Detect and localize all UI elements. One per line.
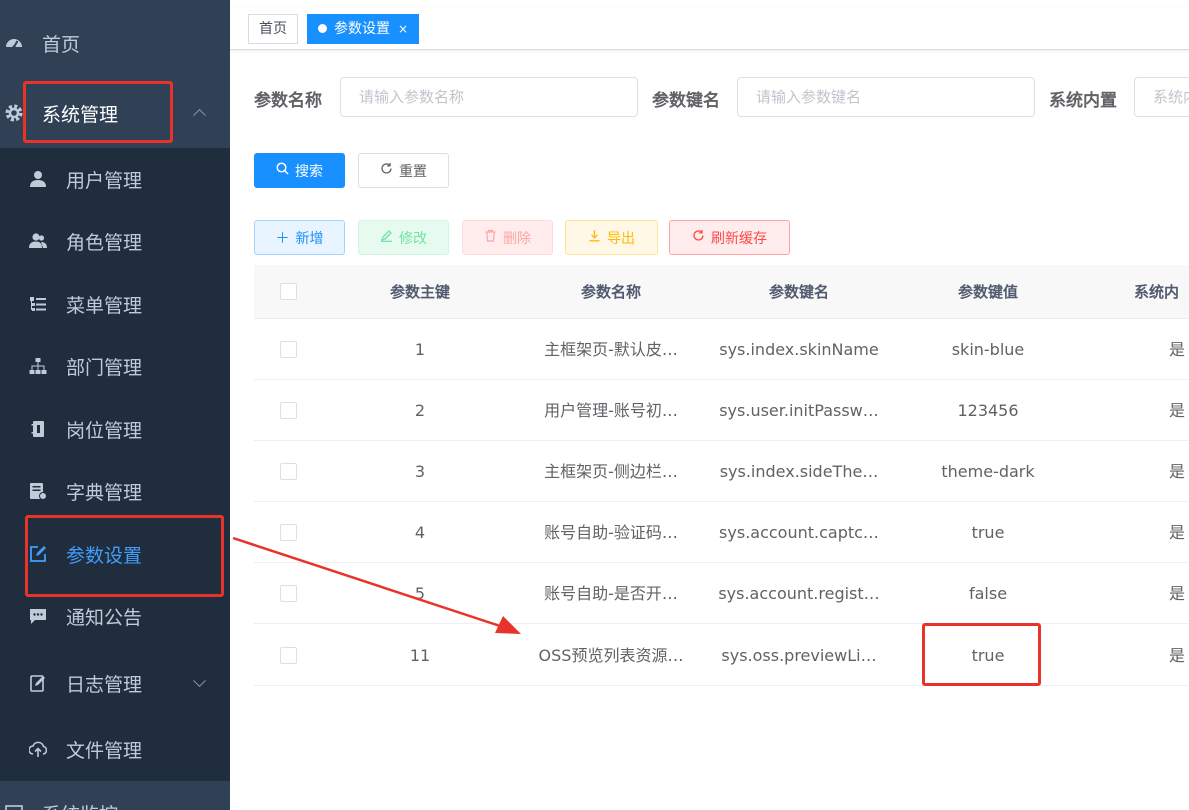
annotation-arrow <box>232 536 521 634</box>
